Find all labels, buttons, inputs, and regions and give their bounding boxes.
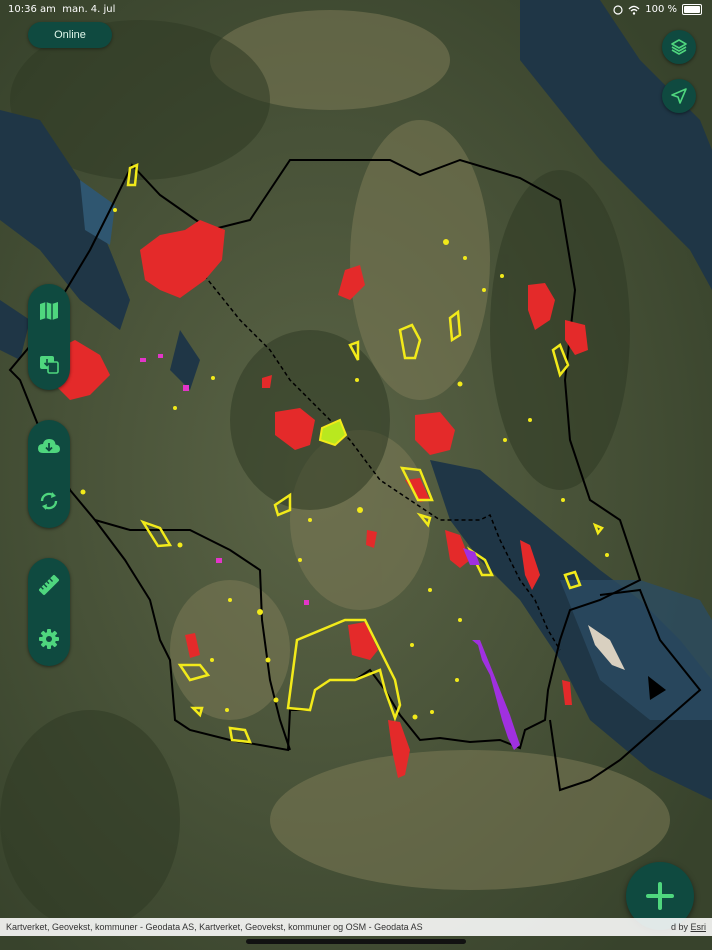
powered-prefix: d by <box>670 922 691 932</box>
powered-by: d by Esri <box>671 922 706 932</box>
cloud-download-button[interactable] <box>34 432 64 462</box>
sync-button[interactable] <box>34 486 64 516</box>
measure-button[interactable] <box>34 570 64 600</box>
online-label: Online <box>54 29 86 41</box>
wifi-icon <box>628 5 640 15</box>
map-canvas[interactable] <box>0 0 712 950</box>
status-right: 100 % <box>613 4 702 15</box>
online-status-button[interactable]: Online <box>28 22 112 48</box>
sync-icon <box>40 492 58 510</box>
status-date: man. 4. jul <box>62 4 116 15</box>
sync-tools-group <box>28 420 70 528</box>
battery-icon <box>682 4 702 15</box>
settings-tools-group <box>28 558 70 666</box>
attribution-text: Kartverket, Geovekst, kommuner - Geodata… <box>6 922 423 932</box>
lock-rotation-icon <box>613 4 623 15</box>
settings-button[interactable] <box>34 624 64 654</box>
battery-percent: 100 % <box>645 4 677 15</box>
map-attribution: Kartverket, Geovekst, kommuner - Geodata… <box>0 918 712 936</box>
gear-icon <box>39 629 59 649</box>
status-bar: 10:36 am man. 4. jul 100 % <box>0 0 712 20</box>
status-time: 10:36 am <box>8 4 56 15</box>
home-indicator[interactable] <box>246 939 466 944</box>
map-view-button[interactable] <box>34 296 64 326</box>
plus-icon <box>646 882 674 910</box>
map-tools-group <box>28 284 70 390</box>
ruler-icon <box>39 575 59 595</box>
cloud-download-icon <box>38 439 60 453</box>
layers-icon <box>671 39 687 55</box>
status-time-date: 10:36 am man. 4. jul <box>8 4 115 15</box>
navigation-arrow-icon <box>671 88 687 104</box>
layers-button[interactable] <box>662 30 696 64</box>
esri-link[interactable]: Esri <box>691 922 707 932</box>
offline-map-button[interactable] <box>34 349 64 379</box>
map-download-icon <box>40 355 59 374</box>
locate-button[interactable] <box>662 79 696 113</box>
map-icon <box>40 301 58 320</box>
